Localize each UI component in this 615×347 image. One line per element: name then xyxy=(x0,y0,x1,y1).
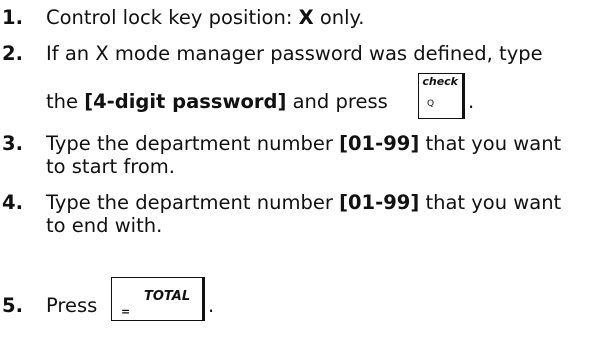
step-text-bold: [01-99] xyxy=(339,132,420,155)
check-key-icon: check Q xyxy=(418,73,465,119)
step-text-line-2: to start from. xyxy=(46,155,175,178)
step-end-period: . xyxy=(468,90,475,113)
step-text-part: Type the department number xyxy=(46,191,340,214)
step-text-part: that you want xyxy=(419,191,562,214)
step-text-line-2: the [4-digit password] and press xyxy=(46,90,388,114)
total-key-label: TOTAL xyxy=(144,289,191,304)
step-text-part: and press xyxy=(286,90,388,113)
step-number: 3. xyxy=(2,132,23,155)
total-key-icon: TOTAL = xyxy=(111,277,205,321)
step-text-part: only. xyxy=(313,6,365,29)
step-text-part: Type the department number xyxy=(46,132,340,155)
step-number: 2. xyxy=(2,42,23,65)
check-key-bottom-label: Q xyxy=(427,99,435,109)
step-text-line-1: Type the department number [01-99] that … xyxy=(46,132,561,156)
step-text-bold: [01-99] xyxy=(339,191,420,214)
step-text-part: that you want xyxy=(419,132,562,155)
step-text-line-1: Type the department number [01-99] that … xyxy=(46,191,561,215)
step-number: 4. xyxy=(2,191,23,214)
step-number: 1. xyxy=(2,6,23,29)
step-end-period: . xyxy=(208,294,215,317)
check-key-top-label: check xyxy=(422,75,458,88)
step-number: 5. xyxy=(2,294,23,317)
step-text-part: Control lock key position: xyxy=(46,6,299,29)
step-text: Press xyxy=(46,294,98,317)
step-text-part: the xyxy=(46,90,85,113)
step-text: Control lock key position: X only. xyxy=(46,6,365,30)
total-key-bottom-label: = xyxy=(121,305,131,318)
step-text-line-1: If an X mode manager password was define… xyxy=(46,42,543,65)
step-text-bold: X xyxy=(298,6,314,29)
step-text-line-2: to end with. xyxy=(46,214,163,237)
step-text-bold: [4-digit password] xyxy=(84,90,287,113)
